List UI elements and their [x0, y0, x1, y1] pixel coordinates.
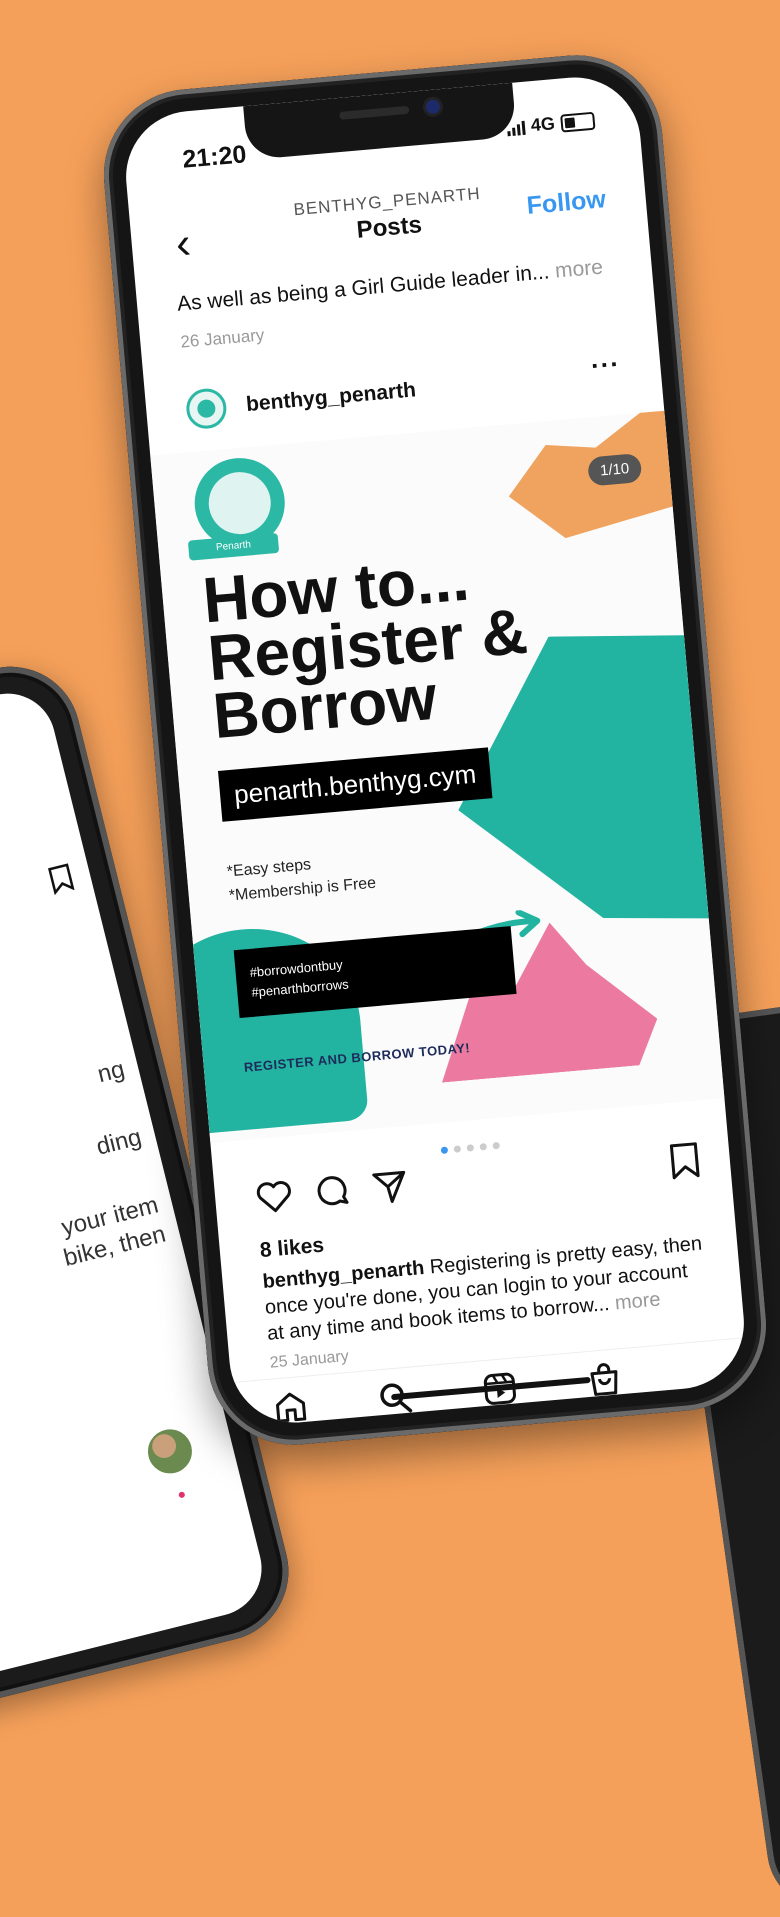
battery-icon — [560, 111, 596, 133]
url-label: penarth.benthyg.cym — [218, 747, 493, 822]
share-icon[interactable] — [369, 1166, 410, 1207]
status-indicators: 4G — [506, 110, 596, 139]
previous-post-date: 26 January — [179, 325, 266, 352]
carousel-dot — [466, 1144, 474, 1152]
notification-dot — [178, 1491, 186, 1499]
post-date: 25 January — [269, 1347, 350, 1372]
like-count[interactable]: 8 likes — [259, 1234, 325, 1264]
shop-icon[interactable] — [586, 1361, 623, 1398]
bookmark-icon[interactable] — [47, 862, 75, 895]
post-username[interactable]: benthyg_penarth — [245, 378, 417, 417]
post-image[interactable]: 1/10 Penarth How to... Register & Borrow… — [150, 410, 725, 1144]
camera — [425, 99, 441, 115]
profile-avatar[interactable] — [143, 1424, 197, 1479]
speaker — [339, 105, 410, 120]
heart-icon[interactable] — [254, 1176, 295, 1217]
logo-ribbon: Penarth — [187, 532, 280, 561]
main-phone: 21:20 4G ‹ BENTHYG_PENARTH Posts Follow … — [96, 48, 774, 1452]
more-link[interactable]: more — [554, 256, 604, 283]
more-options-icon[interactable]: ··· — [590, 348, 622, 381]
previous-caption-text: As well as being a Girl Guide leader in.… — [176, 260, 551, 316]
status-time: 21:20 — [181, 140, 248, 174]
carousel-dot — [478, 1143, 487, 1151]
post-caption: benthyg_penarth Registering is pretty ea… — [262, 1230, 713, 1347]
left-text-snippet: ng — [94, 1055, 128, 1089]
carousel-dot — [491, 1141, 500, 1150]
bookmark-icon[interactable] — [668, 1141, 701, 1181]
network-type: 4G — [530, 113, 556, 136]
post-avatar[interactable] — [184, 386, 229, 431]
orange-shape — [496, 411, 705, 568]
previous-post-caption: As well as being a Girl Guide leader in.… — [176, 256, 604, 317]
comment-icon[interactable] — [312, 1171, 353, 1212]
carousel-dot-active — [440, 1146, 448, 1155]
more-link[interactable]: more — [614, 1288, 661, 1314]
bullet-list: *Easy steps *Membership is Free — [226, 848, 377, 909]
carousel-dot — [453, 1145, 461, 1153]
caption-text: Registering is pretty easy, then once yo… — [264, 1232, 703, 1345]
notch — [243, 82, 517, 161]
phone-screen: 21:20 4G ‹ BENTHYG_PENARTH Posts Follow … — [120, 72, 750, 1428]
left-text-snippet: ding — [93, 1123, 145, 1161]
home-icon[interactable] — [272, 1389, 309, 1426]
post-headline: How to... Register & Borrow — [200, 542, 535, 753]
